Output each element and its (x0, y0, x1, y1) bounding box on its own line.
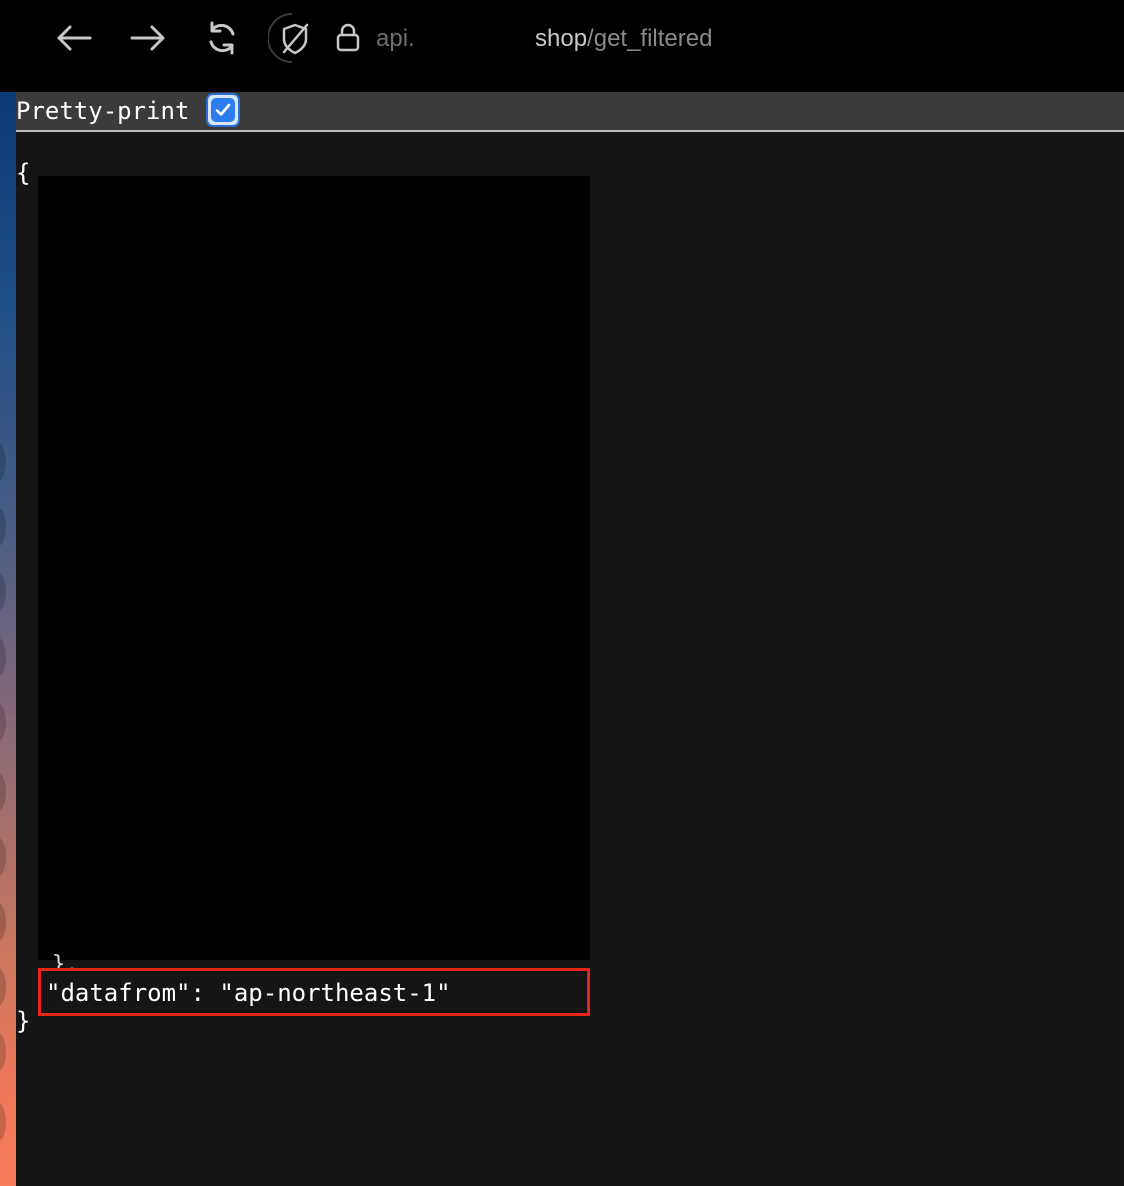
pretty-print-label: Pretty-print (16, 97, 190, 125)
forward-arrow-icon[interactable] (126, 20, 170, 56)
pretty-print-checkbox[interactable] (206, 93, 240, 127)
reload-icon[interactable] (200, 18, 244, 58)
url-text[interactable]: shop/get_filtered (535, 24, 712, 54)
url-host: shop (535, 25, 588, 52)
lock-icon (334, 20, 362, 54)
checkmark-icon (211, 98, 235, 122)
url-path: /get_filtered (587, 25, 713, 52)
json-open-brace: { (16, 159, 31, 187)
browser-toolbar: api. shop/get_filtered (0, 0, 1124, 92)
truncated-line: }, (52, 954, 79, 968)
pretty-print-bar: Pretty-print (16, 92, 1124, 132)
window-edge-decoration (0, 92, 16, 1186)
redacted-block (38, 176, 590, 960)
tracking-shield-icon[interactable] (268, 12, 318, 64)
url-prefix[interactable]: api. (376, 24, 415, 54)
json-close-brace: } (16, 1007, 31, 1035)
back-arrow-icon[interactable] (52, 20, 96, 56)
datafrom-line: "datafrom": "ap-northeast-1" (46, 979, 451, 1007)
json-viewer: Pretty-print { }, "datafrom": "ap-northe… (16, 92, 1124, 1186)
